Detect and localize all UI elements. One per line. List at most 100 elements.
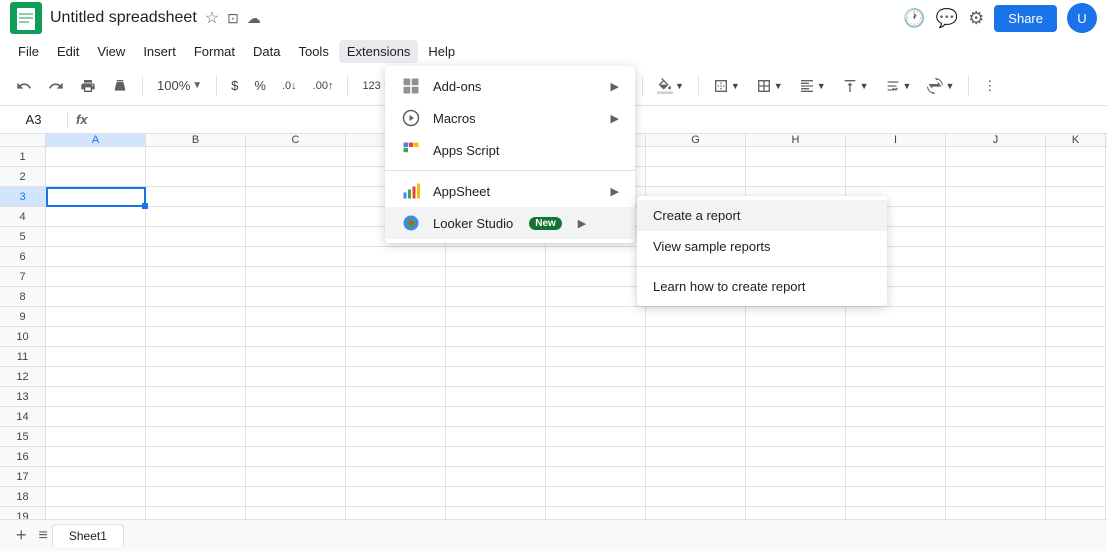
cell-h18[interactable] bbox=[746, 487, 846, 507]
cell-c9[interactable] bbox=[246, 307, 346, 327]
cell-b9[interactable] bbox=[146, 307, 246, 327]
print-button[interactable] bbox=[74, 74, 102, 98]
cell-f6[interactable] bbox=[546, 247, 646, 267]
align-button[interactable]: ▼ bbox=[793, 74, 832, 98]
percent-button[interactable]: % bbox=[248, 74, 272, 97]
cell-c5[interactable] bbox=[246, 227, 346, 247]
cell-g19[interactable] bbox=[646, 507, 746, 519]
row-number-2[interactable]: 2 bbox=[0, 167, 46, 187]
cell-b15[interactable] bbox=[146, 427, 246, 447]
cell-a8[interactable] bbox=[46, 287, 146, 307]
cell-a9[interactable] bbox=[46, 307, 146, 327]
cell-h17[interactable] bbox=[746, 467, 846, 487]
cell-d13[interactable] bbox=[346, 387, 446, 407]
cell-b4[interactable] bbox=[146, 207, 246, 227]
cell-g11[interactable] bbox=[646, 347, 746, 367]
cell-b18[interactable] bbox=[146, 487, 246, 507]
cell-i19[interactable] bbox=[846, 507, 946, 519]
menu-item-looker-studio[interactable]: Looker Studio New ▶ bbox=[385, 207, 635, 239]
cell-i1[interactable] bbox=[846, 147, 946, 167]
cell-j4[interactable] bbox=[946, 207, 1046, 227]
comment-icon[interactable]: 💬 bbox=[936, 8, 958, 29]
cell-e6[interactable] bbox=[446, 247, 546, 267]
cell-e14[interactable] bbox=[446, 407, 546, 427]
col-header-k[interactable]: K bbox=[1046, 134, 1106, 146]
row-number-17[interactable]: 17 bbox=[0, 467, 46, 487]
menu-item-addons[interactable]: Add-ons ▶ bbox=[385, 70, 635, 102]
cell-c8[interactable] bbox=[246, 287, 346, 307]
cell-g2[interactable] bbox=[646, 167, 746, 187]
submenu-create-report[interactable]: Create a report bbox=[637, 200, 887, 231]
cell-c16[interactable] bbox=[246, 447, 346, 467]
cell-k10[interactable] bbox=[1046, 327, 1106, 347]
menu-view[interactable]: View bbox=[89, 40, 133, 63]
cell-j1[interactable] bbox=[946, 147, 1046, 167]
cell-a7[interactable] bbox=[46, 267, 146, 287]
menu-extensions[interactable]: Extensions bbox=[339, 40, 419, 63]
cell-i10[interactable] bbox=[846, 327, 946, 347]
cell-f15[interactable] bbox=[546, 427, 646, 447]
row-number-6[interactable]: 6 bbox=[0, 247, 46, 267]
cell-d6[interactable] bbox=[346, 247, 446, 267]
col-header-a[interactable]: A bbox=[46, 134, 146, 146]
menu-tools[interactable]: Tools bbox=[290, 40, 336, 63]
cell-h14[interactable] bbox=[746, 407, 846, 427]
cell-c10[interactable] bbox=[246, 327, 346, 347]
currency-button[interactable]: $ bbox=[225, 74, 244, 97]
menu-item-macros[interactable]: Macros ▶ bbox=[385, 102, 635, 134]
cell-i9[interactable] bbox=[846, 307, 946, 327]
zoom-selector[interactable]: 100% ▼ bbox=[151, 74, 208, 97]
cell-a10[interactable] bbox=[46, 327, 146, 347]
cell-e7[interactable] bbox=[446, 267, 546, 287]
cell-j16[interactable] bbox=[946, 447, 1046, 467]
cell-b6[interactable] bbox=[146, 247, 246, 267]
cell-k18[interactable] bbox=[1046, 487, 1106, 507]
cell-a12[interactable] bbox=[46, 367, 146, 387]
cell-k14[interactable] bbox=[1046, 407, 1106, 427]
cell-c11[interactable] bbox=[246, 347, 346, 367]
row-number-4[interactable]: 4 bbox=[0, 207, 46, 227]
cell-e11[interactable] bbox=[446, 347, 546, 367]
cell-c15[interactable] bbox=[246, 427, 346, 447]
menu-item-apps-script[interactable]: Apps Script bbox=[385, 134, 635, 166]
cell-k8[interactable] bbox=[1046, 287, 1106, 307]
cell-j5[interactable] bbox=[946, 227, 1046, 247]
menu-help[interactable]: Help bbox=[420, 40, 463, 63]
cell-b19[interactable] bbox=[146, 507, 246, 519]
cell-i18[interactable] bbox=[846, 487, 946, 507]
cell-j3[interactable] bbox=[946, 187, 1046, 207]
paint-format-button[interactable] bbox=[106, 74, 134, 98]
cell-e9[interactable] bbox=[446, 307, 546, 327]
cell-c6[interactable] bbox=[246, 247, 346, 267]
cell-b12[interactable] bbox=[146, 367, 246, 387]
cell-d15[interactable] bbox=[346, 427, 446, 447]
cell-j9[interactable] bbox=[946, 307, 1046, 327]
cell-i13[interactable] bbox=[846, 387, 946, 407]
fill-color-button[interactable]: ▼ bbox=[651, 74, 690, 98]
cell-a4[interactable] bbox=[46, 207, 146, 227]
cell-b14[interactable] bbox=[146, 407, 246, 427]
submenu-view-sample[interactable]: View sample reports bbox=[637, 231, 887, 262]
cell-i15[interactable] bbox=[846, 427, 946, 447]
row-number-8[interactable]: 8 bbox=[0, 287, 46, 307]
cell-c14[interactable] bbox=[246, 407, 346, 427]
cell-f7[interactable] bbox=[546, 267, 646, 287]
cell-e19[interactable] bbox=[446, 507, 546, 519]
cell-h16[interactable] bbox=[746, 447, 846, 467]
cell-c18[interactable] bbox=[246, 487, 346, 507]
cell-k2[interactable] bbox=[1046, 167, 1106, 187]
star-icon[interactable]: ☆ bbox=[205, 8, 219, 28]
cell-d19[interactable] bbox=[346, 507, 446, 519]
cell-k5[interactable] bbox=[1046, 227, 1106, 247]
cell-g9[interactable] bbox=[646, 307, 746, 327]
cell-d14[interactable] bbox=[346, 407, 446, 427]
cell-g1[interactable] bbox=[646, 147, 746, 167]
cell-i16[interactable] bbox=[846, 447, 946, 467]
settings-icon[interactable]: ⚙ bbox=[968, 8, 984, 29]
cell-c7[interactable] bbox=[246, 267, 346, 287]
cell-d8[interactable] bbox=[346, 287, 446, 307]
cell-b17[interactable] bbox=[146, 467, 246, 487]
cell-a18[interactable] bbox=[46, 487, 146, 507]
cell-f12[interactable] bbox=[546, 367, 646, 387]
cell-j11[interactable] bbox=[946, 347, 1046, 367]
